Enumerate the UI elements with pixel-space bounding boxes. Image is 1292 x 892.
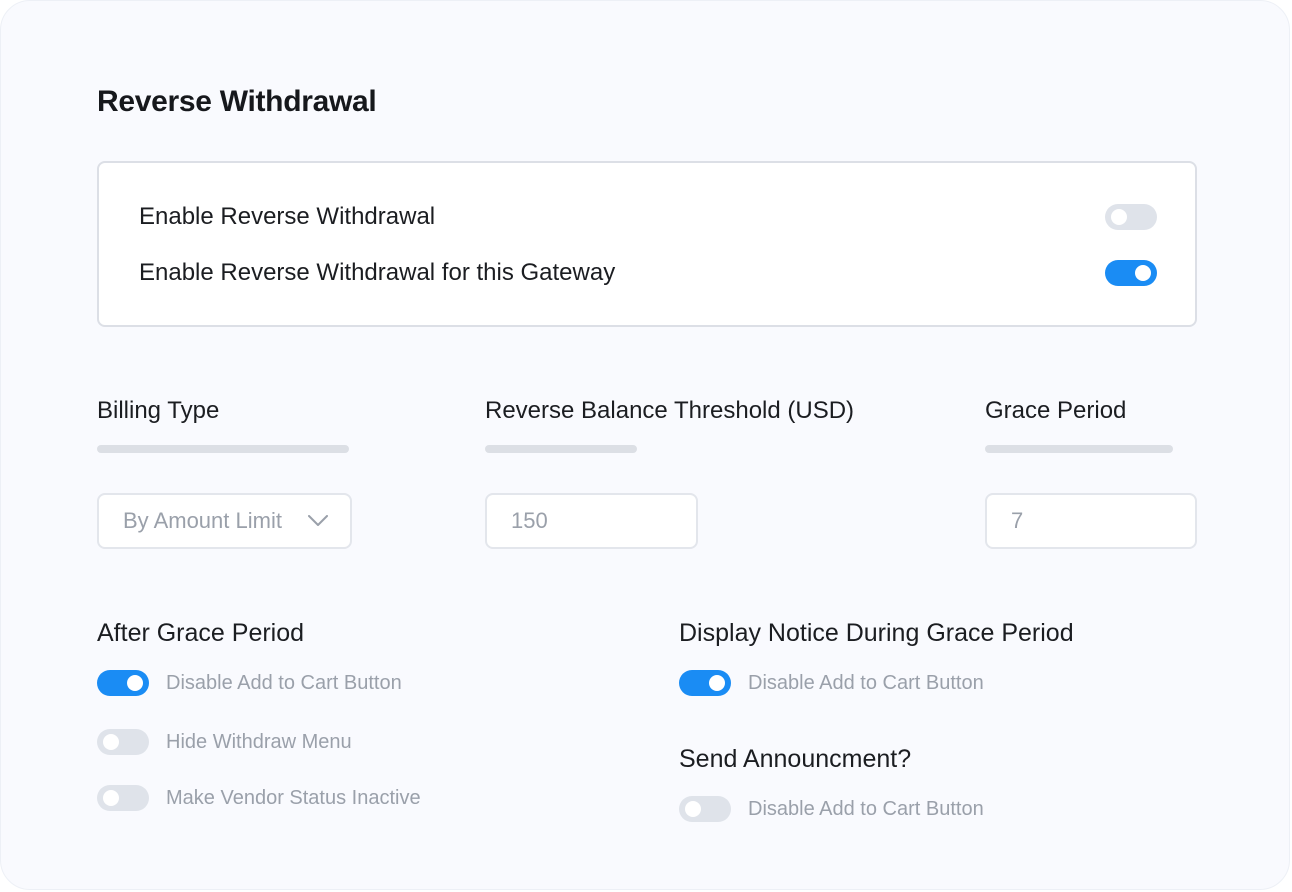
- billing-type-placeholder-bar: [97, 445, 349, 453]
- enable-reverse-withdrawal-label: Enable Reverse Withdrawal: [139, 203, 436, 230]
- chevron-down-icon: [308, 515, 328, 526]
- announcement-disable-add-to-cart-toggle[interactable]: [679, 796, 731, 822]
- option-hide-withdraw-menu: Hide Withdraw Menu: [97, 728, 352, 756]
- option-disable-add-to-cart: Disable Add to Cart Button: [97, 669, 402, 697]
- toggle-knob: [1135, 265, 1151, 281]
- enable-gateway-toggle[interactable]: [1105, 260, 1157, 286]
- toggle-knob: [103, 734, 119, 750]
- send-announcement-title: Send Announcment?: [679, 745, 912, 773]
- after-grace-period-title: After Grace Period: [97, 619, 305, 647]
- toggle-knob: [1111, 209, 1127, 225]
- notice-disable-add-to-cart-toggle[interactable]: [679, 670, 731, 696]
- option-notice-disable-add-to-cart: Disable Add to Cart Button: [679, 669, 984, 697]
- toggle-knob: [103, 790, 119, 806]
- toggle-knob: [127, 675, 143, 691]
- enable-gateway-label: Enable Reverse Withdrawal for this Gatew…: [139, 259, 616, 286]
- toggle-knob: [709, 675, 725, 691]
- option-label: Disable Add to Cart Button: [748, 797, 984, 820]
- settings-card: Reverse Withdrawal Enable Reverse Withdr…: [0, 0, 1290, 890]
- option-label: Disable Add to Cart Button: [166, 671, 402, 694]
- threshold-value: 150: [511, 508, 548, 533]
- make-vendor-inactive-toggle[interactable]: [97, 785, 149, 811]
- option-make-vendor-inactive: Make Vendor Status Inactive: [97, 784, 421, 812]
- enable-gateway-row: Enable Reverse Withdrawal for this Gatew…: [139, 258, 1157, 288]
- hide-withdraw-menu-toggle[interactable]: [97, 729, 149, 755]
- display-notice-title: Display Notice During Grace Period: [679, 619, 1074, 647]
- grace-period-placeholder-bar: [985, 445, 1173, 453]
- billing-type-select[interactable]: By Amount Limit: [97, 493, 352, 549]
- toggle-knob: [685, 801, 701, 817]
- enable-reverse-withdrawal-row: Enable Reverse Withdrawal: [139, 202, 1157, 232]
- enable-settings-box: Enable Reverse Withdrawal Enable Reverse…: [97, 161, 1197, 327]
- disable-add-to-cart-toggle[interactable]: [97, 670, 149, 696]
- page-title: Reverse Withdrawal: [97, 85, 377, 118]
- grace-period-label: Grace Period: [985, 397, 1127, 424]
- option-label: Disable Add to Cart Button: [748, 671, 984, 694]
- option-label: Hide Withdraw Menu: [166, 730, 352, 753]
- option-label: Make Vendor Status Inactive: [166, 786, 421, 809]
- threshold-input[interactable]: 150: [485, 493, 698, 549]
- option-announcement-disable-add-to-cart: Disable Add to Cart Button: [679, 795, 984, 823]
- grace-period-value: 7: [1011, 508, 1024, 533]
- threshold-label: Reverse Balance Threshold (USD): [485, 397, 855, 424]
- enable-reverse-withdrawal-toggle[interactable]: [1105, 204, 1157, 230]
- threshold-placeholder-bar: [485, 445, 637, 453]
- grace-period-input[interactable]: 7: [985, 493, 1197, 549]
- billing-type-value: By Amount Limit: [123, 508, 282, 533]
- billing-type-label: Billing Type: [97, 397, 220, 424]
